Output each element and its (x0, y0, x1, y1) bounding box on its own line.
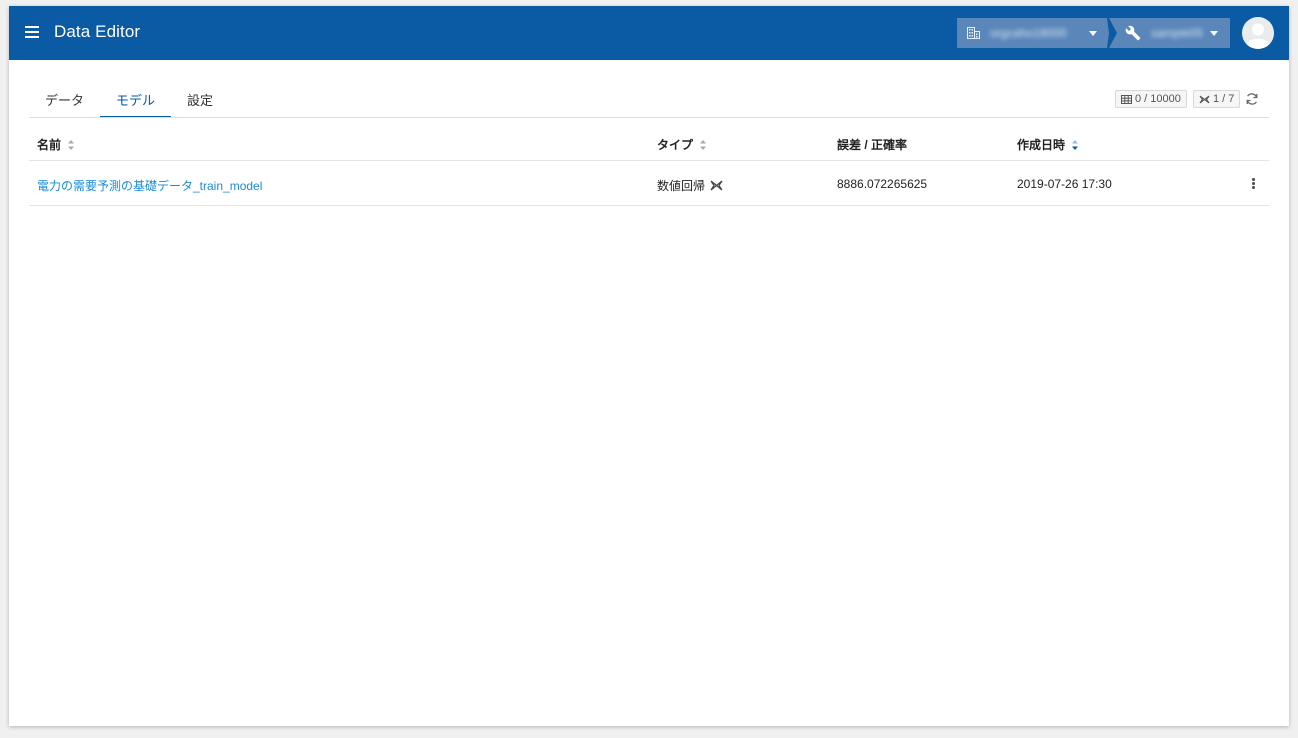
more-vert-icon[interactable] (1249, 176, 1257, 190)
column-header-score: 誤差 / 正確率 (837, 136, 907, 153)
tab-settings[interactable]: 設定 (171, 80, 229, 118)
divider (29, 205, 1269, 206)
building-icon (967, 27, 980, 39)
project-name: sample05 (1151, 26, 1204, 40)
table-row-type-cell: 数値回帰 (657, 177, 723, 194)
model-count-badge: 1 / 7 (1193, 90, 1241, 108)
user-icon (1242, 17, 1274, 49)
column-header-label: タイプ (657, 138, 694, 152)
divider (29, 160, 1269, 161)
app-window: Data Editor orgcaho18000 sample05 データ モデ… (9, 6, 1289, 726)
organization-name: orgcaho18000 (990, 26, 1067, 40)
column-header-type[interactable]: タイプ (657, 136, 707, 153)
tab-data[interactable]: データ (29, 80, 100, 118)
row-count-text: 0 / 10000 (1135, 93, 1181, 105)
chevron-down-icon (1210, 31, 1218, 36)
column-header-name[interactable]: 名前 (37, 136, 75, 153)
avatar[interactable] (1242, 17, 1274, 49)
model-created-text: 2019-07-26 17:30 (1017, 177, 1112, 191)
sort-desc-icon[interactable] (1071, 139, 1079, 151)
regression-icon (710, 180, 723, 191)
tab-bar: データ モデル 設定 (29, 80, 229, 118)
column-header-label: 作成日時 (1017, 138, 1066, 152)
wrench-icon (1125, 25, 1141, 41)
sort-icon[interactable] (699, 139, 707, 151)
project-selector[interactable]: sample05 (1109, 18, 1230, 48)
chevron-down-icon (1089, 31, 1097, 36)
column-header-label: 名前 (37, 138, 62, 152)
model-name-link[interactable]: 電力の需要予測の基礎データ_train_model (37, 177, 262, 194)
column-header-label: 誤差 / 正確率 (837, 138, 908, 152)
hamburger-menu-icon[interactable] (25, 25, 40, 39)
sort-icon[interactable] (67, 139, 75, 151)
model-icon (1199, 95, 1210, 103)
divider (29, 117, 1269, 118)
table-icon (1121, 94, 1132, 104)
tab-model[interactable]: モデル (100, 80, 172, 118)
table-row-score-cell: 8886.072265625 (837, 177, 927, 191)
top-app-bar: Data Editor orgcaho18000 sample05 (9, 6, 1289, 60)
app-title: Data Editor (54, 22, 141, 41)
table-row-created-cell: 2019-07-26 17:30 (1017, 177, 1112, 191)
row-count-badge: 0 / 10000 (1115, 90, 1187, 108)
model-type-text: 数値回帰 (657, 179, 706, 193)
column-header-created[interactable]: 作成日時 (1017, 136, 1079, 153)
table-row-name-cell[interactable]: 電力の需要予測の基礎データ_train_model (37, 177, 262, 194)
model-score-text: 8886.072265625 (837, 177, 928, 191)
model-count-text: 1 / 7 (1213, 93, 1235, 105)
organization-selector[interactable]: orgcaho18000 (957, 18, 1109, 48)
refresh-icon[interactable] (1245, 92, 1259, 106)
